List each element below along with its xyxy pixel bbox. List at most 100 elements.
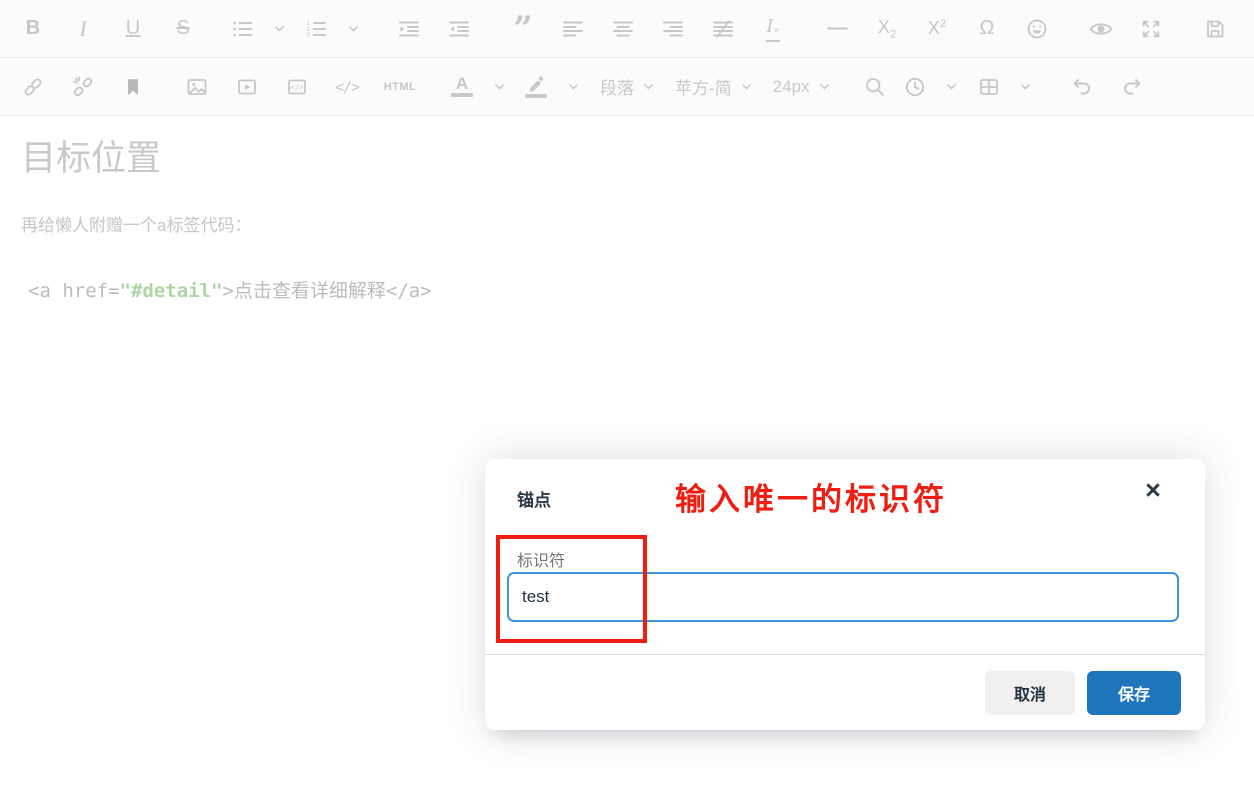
code-text: <a href= [28, 280, 120, 302]
unlink-button[interactable] [58, 65, 108, 109]
chevron-down-icon [741, 84, 751, 90]
outdent-icon [449, 21, 469, 36]
align-center-button[interactable] [598, 7, 648, 51]
toolbar-row-1: B I U S 1 2 3 ” I× — X2 X2 Ω [0, 0, 1254, 58]
code-sample-button[interactable]: </> [272, 65, 322, 109]
undo-arrow-icon [1073, 78, 1090, 94]
bold-button[interactable]: B [8, 7, 58, 51]
bullet-list-icon [233, 21, 252, 36]
clear-formatting-button[interactable]: I× [748, 7, 798, 51]
editor-window: B I U S 1 2 3 ” I× — X2 X2 Ω </> </> HTM… [0, 0, 1254, 799]
font-size-value: 24px [772, 76, 810, 96]
eye-icon [1089, 22, 1113, 35]
font-size-dropdown[interactable]: 24px [763, 65, 841, 109]
subscript-button[interactable]: X2 [862, 7, 912, 51]
fullscreen-icon [1142, 20, 1160, 37]
code-brackets-icon: </> [334, 77, 360, 96]
identifier-input[interactable] [507, 572, 1179, 622]
align-none-icon [713, 19, 733, 38]
bookmark-icon [127, 78, 139, 95]
image-icon [187, 78, 207, 95]
html-view-button[interactable]: HTML [372, 65, 428, 109]
media-button[interactable] [222, 65, 272, 109]
chevron-down-icon [494, 84, 504, 90]
unlink-icon [73, 76, 93, 96]
clock-icon [905, 77, 924, 96]
table-menu-button[interactable] [1009, 65, 1043, 109]
blockquote-button[interactable]: ” [498, 7, 548, 51]
highlight-color-menu-button[interactable] [556, 65, 590, 109]
document-heading: 目标位置 [21, 139, 162, 178]
history-menu-button[interactable] [935, 65, 969, 109]
dialog-title: 锚点 [517, 491, 551, 510]
highlight-color-button[interactable] [516, 65, 556, 109]
highlighter-icon [529, 75, 544, 92]
table-icon [979, 78, 998, 95]
save-button[interactable]: 保存 [1087, 670, 1181, 715]
bullet-list-button[interactable] [222, 7, 262, 51]
cancel-button[interactable]: 取消 [985, 670, 1075, 715]
horizontal-rule-button[interactable]: — [812, 7, 862, 51]
strikethrough-icon: S [176, 17, 190, 39]
horizontal-rule-icon: — [827, 17, 848, 39]
source-code-button[interactable]: </> [322, 65, 372, 109]
align-left-button[interactable] [548, 7, 598, 51]
paragraph-format-dropdown[interactable]: 段落 [590, 65, 665, 109]
chevron-down-icon [274, 26, 284, 32]
document-code-line: <a href="#detail">点击查看详细解释</a> [28, 276, 1254, 303]
bold-icon: B [25, 17, 41, 39]
red-annotation-text: 输入唯一的标识符 [675, 482, 947, 517]
link-button[interactable] [8, 65, 58, 109]
search-icon [865, 77, 884, 96]
preview-button[interactable] [1076, 7, 1126, 51]
image-button[interactable] [172, 65, 222, 109]
anchor-dialog: 锚点 输入唯一的标识符 × 标识符 取消 保存 [485, 459, 1205, 730]
special-character-button[interactable]: Ω [962, 7, 1012, 51]
chevron-down-icon [348, 26, 358, 32]
italic-button[interactable]: I [58, 7, 108, 51]
chevron-down-icon [568, 84, 578, 90]
svg-text:3: 3 [307, 32, 311, 39]
dialog-footer: 取消 保存 [485, 654, 1205, 730]
numbered-list-menu-button[interactable] [336, 7, 370, 51]
fullscreen-button[interactable] [1126, 7, 1176, 51]
align-left-icon [563, 21, 583, 36]
outdent-button[interactable] [434, 7, 484, 51]
redo-arrow-icon [1123, 78, 1140, 94]
superscript-button[interactable]: X2 [912, 7, 962, 51]
close-button[interactable]: × [1137, 474, 1169, 506]
identifier-label: 标识符 [517, 553, 566, 570]
save-icon [1207, 20, 1224, 37]
text-color-menu-button[interactable] [482, 65, 516, 109]
emoji-button[interactable] [1012, 7, 1062, 51]
align-center-icon [613, 21, 633, 36]
indent-button[interactable] [384, 7, 434, 51]
anchor-button[interactable] [108, 65, 158, 109]
emoji-icon [1027, 19, 1047, 38]
numbered-list-button[interactable]: 1 2 3 [296, 7, 336, 51]
undo-button[interactable] [1057, 65, 1107, 109]
underline-button[interactable]: U [108, 7, 158, 51]
align-right-button[interactable] [648, 7, 698, 51]
toolbar-row-2: </> </> HTML A 段落 苹方-简 24px [0, 58, 1254, 116]
indent-icon [399, 21, 419, 36]
omega-icon: Ω [979, 17, 995, 39]
text-color-swatch [451, 93, 473, 97]
editor-toolbar: B I U S 1 2 3 ” I× — X2 X2 Ω </> </> HTM… [0, 0, 1254, 116]
history-button[interactable] [895, 65, 935, 109]
search-replace-button[interactable] [855, 65, 895, 109]
italic-icon: I [79, 15, 87, 41]
save-document-button[interactable] [1190, 7, 1240, 51]
chevron-down-icon [1021, 84, 1030, 90]
table-button[interactable] [969, 65, 1009, 109]
highlight-color-swatch [525, 93, 547, 98]
align-none-button[interactable] [698, 7, 748, 51]
underline-icon: U [125, 17, 141, 39]
bullet-list-menu-button[interactable] [262, 7, 296, 51]
strikethrough-button[interactable]: S [158, 7, 208, 51]
code-sample-icon: </> [288, 79, 306, 94]
align-right-icon [663, 21, 683, 36]
redo-button[interactable] [1107, 65, 1157, 109]
text-color-button[interactable]: A [442, 65, 482, 109]
font-family-dropdown[interactable]: 苹方-简 [665, 65, 763, 109]
